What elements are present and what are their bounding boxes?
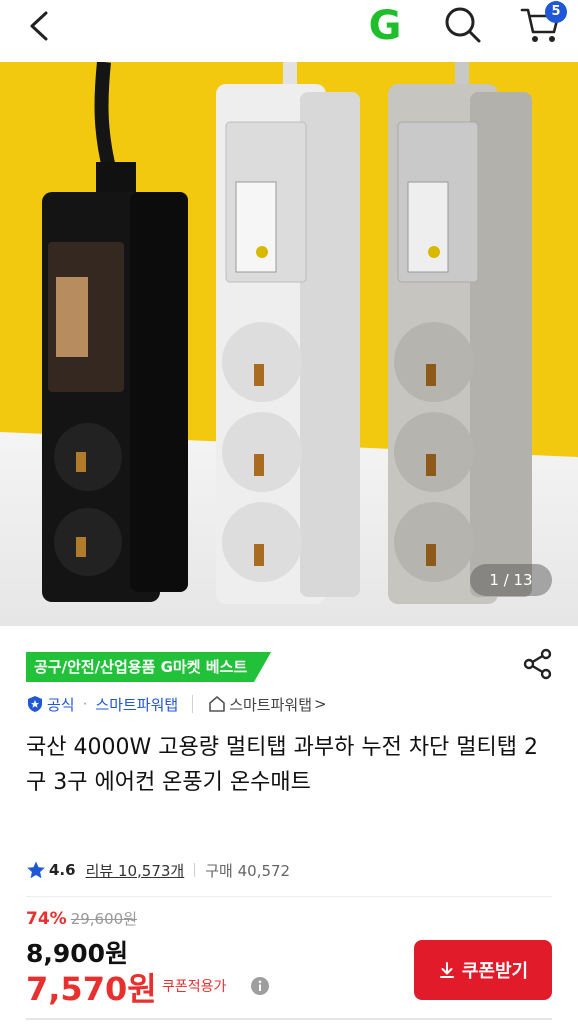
- bottom-divider: [26, 1018, 552, 1020]
- rating-score: 4.6: [49, 861, 76, 879]
- back-arrow-icon[interactable]: [22, 8, 58, 44]
- official-label: 공식: [47, 695, 75, 714]
- image-counter: 1 / 13: [470, 564, 552, 596]
- home-icon: [209, 696, 226, 712]
- chevron-right-icon: >: [314, 695, 327, 713]
- official-shield-icon: [28, 696, 42, 712]
- separator-dot: ·: [82, 695, 88, 713]
- top-bar: G 5: [0, 0, 578, 62]
- coupon-price-label: 쿠폰적용가: [162, 979, 227, 995]
- download-icon: [439, 962, 454, 978]
- coupon-download-button[interactable]: 쿠폰받기: [414, 940, 552, 1000]
- vertical-divider: [192, 695, 194, 713]
- purchase-count: 구매 40,572: [205, 861, 291, 880]
- star-icon: [27, 861, 45, 879]
- product-title: 국산 4000W 고용량 멀티탭 과부하 누전 차단 멀티탭 2구 3구 에어컨…: [26, 735, 539, 795]
- search-icon[interactable]: [440, 2, 484, 46]
- info-icon[interactable]: [250, 976, 270, 996]
- gmarket-logo[interactable]: G: [364, 3, 406, 45]
- coupon-price: 7,570원: [26, 970, 157, 1008]
- cart-count-badge: 5: [545, 1, 567, 23]
- rating-row: 4.6 리뷰 10,573개 구매 40,572: [26, 856, 290, 884]
- original-price: 29,600원: [70, 910, 137, 928]
- svg-text:G: G: [369, 3, 402, 45]
- discount-row: 74% 29,600원: [26, 908, 137, 934]
- discount-rate: 74%: [26, 909, 67, 929]
- brand-row: 공식 · 스마트파워탭 스마트파워탭 >: [26, 690, 327, 718]
- review-count-link[interactable]: 리뷰 10,573개: [86, 860, 185, 881]
- best-category-badge[interactable]: 공구/안전/산업용품 G마켓 베스트: [26, 652, 272, 682]
- coupon-button-label: 쿠폰받기: [461, 961, 529, 982]
- rating-divider: [194, 863, 196, 877]
- store-link[interactable]: 스마트파워탭: [229, 694, 312, 715]
- product-photo-illustration: [0, 62, 578, 626]
- section-divider: [26, 896, 552, 897]
- seller-name-link[interactable]: 스마트파워탭: [95, 694, 178, 715]
- product-image[interactable]: [0, 62, 578, 626]
- share-icon[interactable]: [520, 646, 556, 682]
